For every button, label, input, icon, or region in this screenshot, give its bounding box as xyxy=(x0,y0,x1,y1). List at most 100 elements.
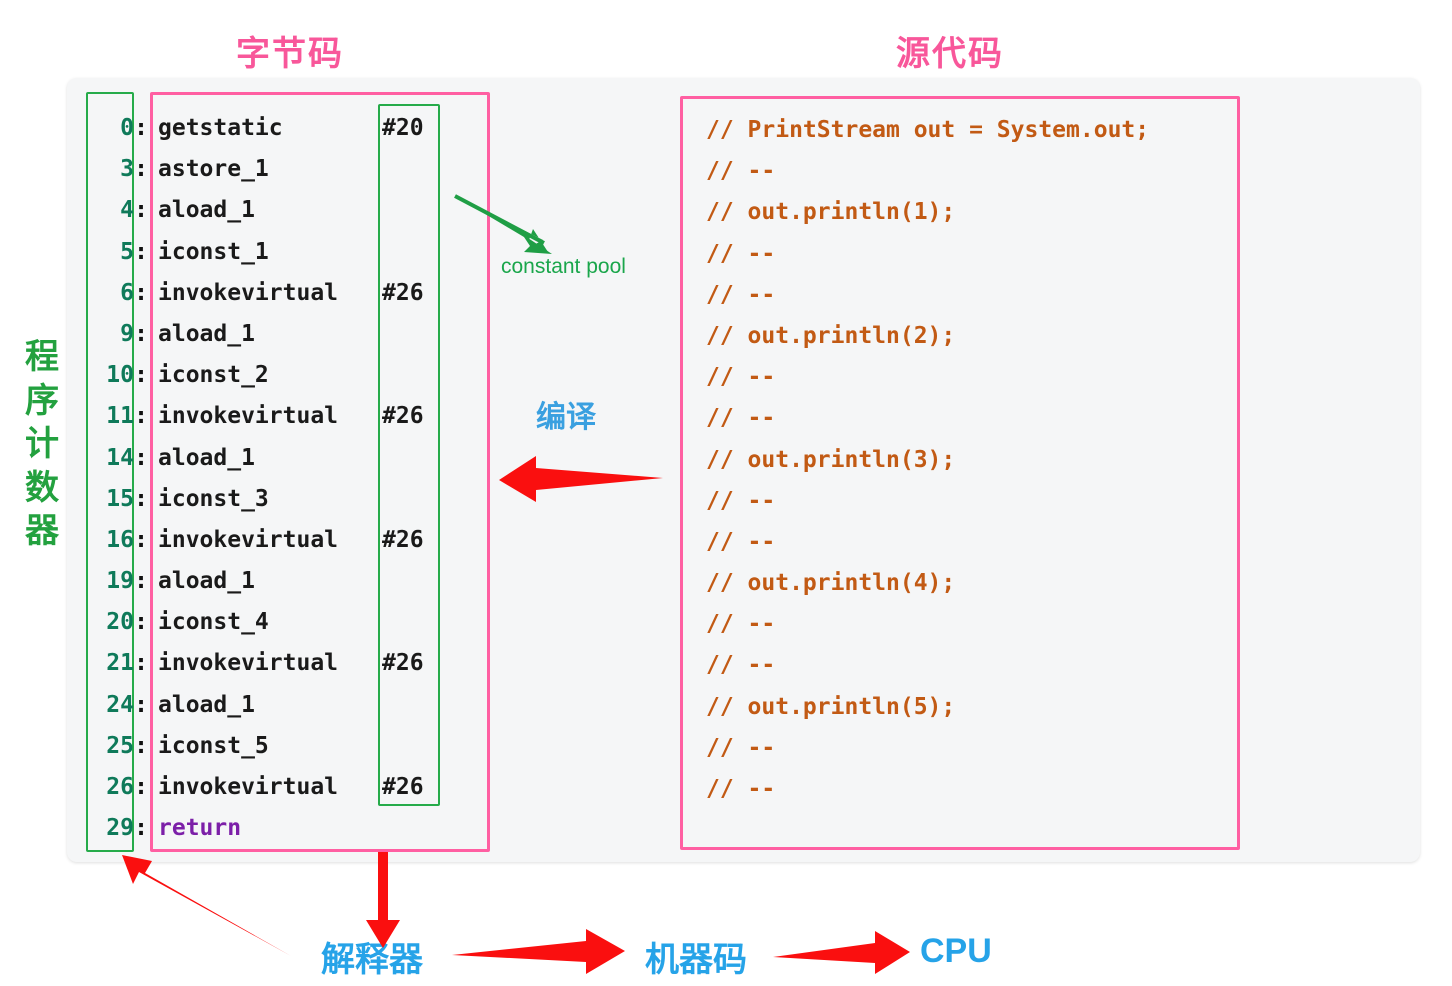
source-code-heading: 源代码 xyxy=(896,35,1004,73)
bytecode-colon: : xyxy=(134,485,148,512)
interpreter-to-pc-arrow-icon xyxy=(122,855,291,956)
bytecode-opcode: getstatic xyxy=(158,115,283,141)
bytecode-row: 4: aload_1 xyxy=(86,190,446,231)
program-counter-label-char-4: 器 xyxy=(25,512,59,551)
bytecode-opcode: invokevirtual xyxy=(158,526,339,553)
bytecode-opcode: return xyxy=(158,815,242,842)
source-code-line: // -- xyxy=(706,611,776,638)
source-code-line: // -- xyxy=(706,240,776,267)
bytecode-row: 3: astore_1 xyxy=(86,149,446,190)
bytecode-colon: : xyxy=(134,156,148,183)
source-code-listing: // PrintStream out = System.out; // -- // … xyxy=(706,110,1226,810)
source-code-line: // PrintStream out = System.out; xyxy=(706,117,1150,143)
program-counter-label: 程序计数器 xyxy=(18,336,66,554)
program-counter-label-char-1: 序 xyxy=(25,381,59,420)
bytecode-colon: : xyxy=(134,732,148,759)
bytecode-opcode: iconst_2 xyxy=(158,362,269,389)
bytecode-opcode: aload_1 xyxy=(158,444,255,471)
bytecode-opcode: aload_1 xyxy=(158,320,255,347)
bytecode-colon: : xyxy=(134,815,148,842)
bytecode-row: 0: getstatic #20 xyxy=(86,108,446,149)
bytecode-colon: : xyxy=(134,362,148,389)
source-code-line: // -- xyxy=(706,405,776,432)
bytecode-row: 5: iconst_1 xyxy=(86,232,446,273)
compile-annotation: 编译 xyxy=(536,401,596,434)
bytecode-offset: 3 xyxy=(120,156,134,183)
bytecode-row: 15: iconst_3 xyxy=(86,479,446,520)
source-code-line: // out.println(4); xyxy=(706,570,956,597)
bytecode-offset: 10 xyxy=(106,362,134,389)
bytecode-offset: 14 xyxy=(106,444,134,471)
bytecode-colon: : xyxy=(134,609,148,636)
bytecode-offset: 21 xyxy=(106,650,134,677)
bytecode-row: 10: iconst_2 xyxy=(86,355,446,396)
source-code-line: // -- xyxy=(706,652,776,679)
source-code-line: // -- xyxy=(706,487,776,514)
bytecode-offset: 4 xyxy=(120,197,134,224)
constant-pool-ref: #26 xyxy=(382,774,424,800)
bytecode-colon: : xyxy=(134,279,148,306)
flow-label-machine-code: 机器码 xyxy=(645,941,747,979)
bytecode-offset: 19 xyxy=(106,568,134,595)
bytecode-offset: 20 xyxy=(106,609,134,636)
bytecode-opcode: iconst_1 xyxy=(158,238,269,265)
bytecode-colon: : xyxy=(134,238,148,265)
bytecode-opcode: iconst_3 xyxy=(158,485,269,512)
bytecode-row: 25: iconst_5 xyxy=(86,726,446,767)
bytecode-opcode: invokevirtual xyxy=(158,650,339,677)
bytecode-offset: 11 xyxy=(106,403,134,430)
bytecode-row: 11: invokevirtual #26 xyxy=(86,396,446,437)
source-code-line: // -- xyxy=(706,158,776,185)
bytecode-offset: 25 xyxy=(106,732,134,759)
source-code-line: // -- xyxy=(706,528,776,555)
constant-pool-ref: #20 xyxy=(382,115,424,141)
constant-pool-ref: #26 xyxy=(382,650,424,677)
program-counter-label-char-2: 计 xyxy=(25,425,59,464)
bytecode-row: 24: aload_1 xyxy=(86,685,446,726)
constant-pool-ref: #26 xyxy=(382,526,424,553)
bytecode-opcode: invokevirtual xyxy=(158,279,339,306)
bytecode-row: 26: invokevirtual #26 xyxy=(86,767,446,808)
bytecode-offset: 24 xyxy=(106,691,134,718)
bytecode-opcode: iconst_5 xyxy=(158,732,269,759)
source-code-line: // -- xyxy=(706,364,776,391)
source-code-line: // out.println(1); xyxy=(706,199,956,226)
bytecode-listing: 0: getstatic #20 3: astore_1 4: aload_1 5: icons… xyxy=(86,108,446,849)
source-code-line: // -- xyxy=(706,776,776,802)
bytecode-offset: 29 xyxy=(106,815,134,842)
source-code-line: // -- xyxy=(706,281,776,308)
program-counter-label-char-3: 数 xyxy=(25,468,59,507)
source-code-line: // out.println(5); xyxy=(706,693,956,720)
flow-label-interpreter: 解释器 xyxy=(321,941,423,979)
bytecode-colon: : xyxy=(134,650,148,677)
bytecode-offset: 16 xyxy=(106,526,134,553)
bytecode-row: 19: aload_1 xyxy=(86,561,446,602)
bytecode-opcode: invokevirtual xyxy=(158,774,339,800)
bytecode-row: 9: aload_1 xyxy=(86,314,446,355)
machine-to-cpu-arrow-icon xyxy=(773,931,910,974)
interpreter-to-machine-arrow-icon xyxy=(452,929,625,974)
bytecode-colon: : xyxy=(134,197,148,224)
bytecode-row: 6: invokevirtual #26 xyxy=(86,273,446,314)
bytecode-opcode: aload_1 xyxy=(158,197,255,224)
bytecode-offset: 9 xyxy=(120,320,134,347)
bytecode-colon: : xyxy=(134,526,148,553)
bytecode-colon: : xyxy=(134,774,148,800)
bytecode-row: 14: aload_1 xyxy=(86,438,446,479)
bytecode-colon: : xyxy=(134,691,148,718)
bytecode-row: 21: invokevirtual #26 xyxy=(86,643,446,684)
bytecode-row: 20: iconst_4 xyxy=(86,602,446,643)
constant-pool-ref: #26 xyxy=(382,279,424,306)
bytecode-colon: : xyxy=(134,403,148,430)
program-counter-label-char-0: 程 xyxy=(25,338,59,376)
bytecode-colon: : xyxy=(134,115,148,141)
constant-pool-ref: #26 xyxy=(382,403,424,430)
constant-pool-annotation: constant pool xyxy=(501,255,626,278)
bytecode-opcode: iconst_4 xyxy=(158,609,269,636)
bytecode-row: 29: return xyxy=(86,808,446,849)
source-code-line: // -- xyxy=(706,734,776,761)
bytecode-colon: : xyxy=(134,320,148,347)
bytecode-offset: 5 xyxy=(120,238,134,265)
source-code-line: // out.println(2); xyxy=(706,322,956,349)
bytecode-opcode: invokevirtual xyxy=(158,403,339,430)
